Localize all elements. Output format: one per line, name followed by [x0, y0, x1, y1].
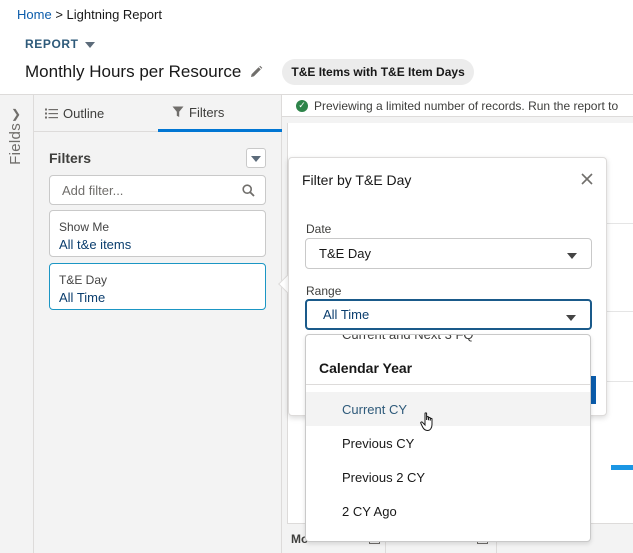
chevron-down-icon[interactable] — [84, 41, 95, 48]
filters-menu-button[interactable] — [246, 148, 266, 168]
report-type-label: REPORT — [25, 37, 79, 51]
filter-icon — [172, 106, 184, 117]
filter-card-label: Show Me — [59, 220, 110, 234]
dropdown-group-label: Calendar Year — [319, 360, 413, 376]
range-select-value: All Time — [323, 307, 370, 322]
report-type-menu[interactable]: REPORT — [25, 37, 95, 51]
dropdown-separator — [306, 384, 590, 385]
filter-card-te-day[interactable]: T&E Day All Time — [49, 263, 266, 310]
breadcrumb-current: Lightning Report — [66, 7, 162, 22]
fields-rail[interactable]: ❯ Fields — [0, 94, 34, 553]
dropdown-item-partial[interactable]: Current and Next 3 FQ — [342, 335, 474, 342]
chevron-down-icon — [567, 253, 577, 259]
tab-outline[interactable]: Outline — [45, 95, 104, 132]
success-check-icon: ✓ — [296, 99, 308, 112]
chevron-down-icon — [251, 155, 261, 162]
hand-cursor-icon — [420, 412, 433, 432]
date-field-label: Date — [306, 222, 332, 236]
close-icon[interactable] — [579, 171, 595, 187]
dropdown-item-2-cy-ago[interactable]: 2 CY Ago — [306, 494, 590, 528]
breadcrumb: Home > Lightning Report — [17, 7, 162, 22]
list-icon — [45, 108, 58, 119]
range-field-label: Range — [306, 284, 342, 298]
breadcrumb-separator: > — [55, 7, 63, 22]
search-icon — [242, 184, 255, 197]
filter-card-value: All Time — [59, 290, 106, 305]
tab-outline-label: Outline — [63, 106, 105, 121]
add-filter-placeholder: Add filter... — [62, 182, 124, 198]
filters-heading: Filters — [49, 150, 92, 166]
filter-card-value: All t&e items — [59, 237, 132, 252]
range-dropdown[interactable]: Current and Next 3 FQ Calendar Year Curr… — [305, 334, 591, 542]
dropdown-item-current-cy[interactable]: Current CY — [306, 392, 590, 426]
date-select[interactable]: T&E Day — [305, 238, 592, 269]
chart-bar — [611, 465, 633, 470]
panel-tabs: Outline Filters — [34, 95, 282, 132]
fields-rail-label[interactable]: Fields — [7, 123, 24, 165]
preview-notice-text: Previewing a limited number of records. … — [314, 98, 619, 113]
chevron-right-icon[interactable]: ❯ — [11, 107, 21, 121]
dropdown-item-previous-cy[interactable]: Previous CY — [306, 426, 590, 460]
dropdown-item-previous-2-cy[interactable]: Previous 2 CY — [306, 460, 590, 494]
preview-notice: ✓ Previewing a limited number of records… — [282, 95, 633, 117]
report-title-row: Monthly Hours per Resource T&E Items wit… — [25, 59, 474, 85]
report-type-badge: T&E Items with T&E Item Days — [282, 59, 474, 85]
page-title: Monthly Hours per Resource — [25, 62, 242, 81]
range-select[interactable]: All Time — [305, 299, 592, 330]
tab-filters-label: Filters — [189, 104, 225, 120]
pencil-icon[interactable] — [249, 65, 263, 79]
filter-card-label: T&E Day — [59, 273, 108, 287]
tab-filters[interactable]: Filters — [158, 95, 282, 132]
date-select-value: T&E Day — [319, 246, 372, 261]
breadcrumb-home-link[interactable]: Home — [17, 7, 52, 22]
filter-card-show-me[interactable]: Show Me All t&e items — [49, 210, 266, 257]
popover-title: Filter by T&E Day — [302, 172, 412, 188]
chevron-down-icon — [566, 315, 576, 321]
filters-panel: Outline Filters Filters Add filter... Sh… — [34, 94, 282, 553]
add-filter-input[interactable]: Add filter... — [49, 175, 266, 205]
